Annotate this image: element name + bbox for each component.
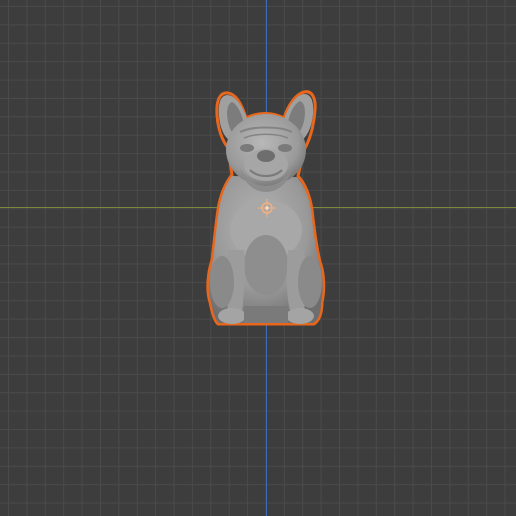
bulldog-model[interactable] bbox=[0, 0, 516, 516]
3d-viewport[interactable] bbox=[0, 0, 516, 516]
bulldog-body bbox=[208, 176, 323, 324]
